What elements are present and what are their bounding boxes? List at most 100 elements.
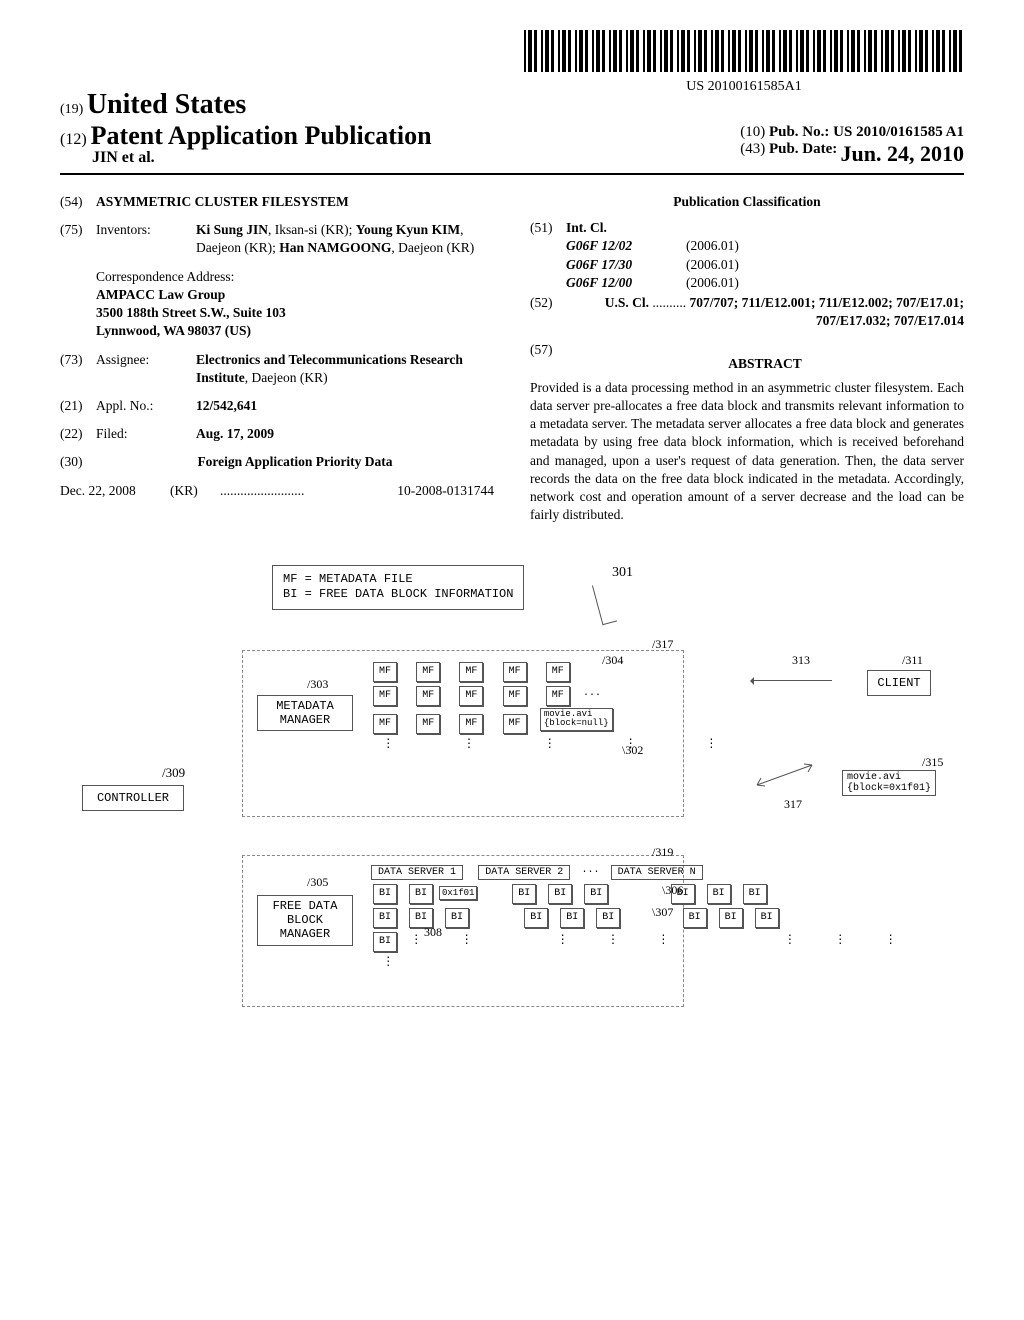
barcode-graphic [524,30,964,72]
ref-308: 308 [424,925,442,940]
intcl-row: G06F 17/30 (2006.01) [566,256,964,274]
ref-303: /303 [307,677,328,692]
intcl-row: G06F 12/02 (2006.01) [566,237,964,255]
ref-302: \302 [622,743,643,758]
mf-cell: MF [416,662,440,682]
field-57: (57) ABSTRACT [530,341,964,379]
mf-cell: MF [373,686,397,706]
figure-wrap: MF = METADATA FILE BI = FREE DATA BLOCK … [60,565,964,1115]
mf-cell: MF [546,662,570,682]
bi-cell: BI [548,884,572,904]
bi-cell: BI [719,908,743,928]
corr-label: Correspondence Address: [96,268,494,286]
legend-bi: BI = FREE DATA BLOCK INFORMATION [283,587,513,603]
field-30: (30) Foreign Application Priority Data [60,453,494,471]
bi-cell: BI [755,908,779,928]
movie-null-box: movie.avi{block=null} [540,708,613,732]
data-server-1-label: DATA SERVER 1 [371,865,463,880]
ref-301: 301 [612,565,633,581]
code-19: (19) [60,102,83,117]
assignee-label: Assignee: [96,351,196,387]
code-22: (22) [60,425,96,443]
abstract-label: ABSTRACT [566,355,964,373]
field-21: (21) Appl. No.: 12/542,641 [60,397,494,415]
code-30: (30) [60,453,96,471]
code-52: (52) [530,294,566,330]
figure-301: MF = METADATA FILE BI = FREE DATA BLOCK … [72,565,952,1115]
intcl-sym-1: G06F 17/30 [566,257,632,272]
ref-313: 313 [792,653,810,668]
vdots: ⋮ [367,954,905,969]
bi-grid: DATA SERVER 1 DATA SERVER 2 ··· DATA SER… [367,863,905,969]
body-columns: (54) ASYMMETRIC CLUSTER FILESYSTEM (75) … [60,193,964,525]
corr-line2: 3500 188th Street S.W., Suite 103 [96,305,286,320]
bi-cell: BI [524,908,548,928]
intcl-ver-2: (2006.01) [686,274,739,292]
mf-cell: MF [503,662,527,682]
legend-mf: MF = METADATA FILE [283,572,513,588]
mf-cell: MF [459,714,483,734]
ref-301-arrow [592,581,617,624]
controller-box: CONTROLLER [82,785,184,811]
bi-cell: BI [373,884,397,904]
ref-307: \307 [652,905,673,920]
ref-315: /315 [922,755,943,770]
mf-cell: MF [546,686,570,706]
mf-cell: MF [503,714,527,734]
code-73: (73) [60,351,96,387]
vdots: ⋮ ⋮ ⋮ ⋮ ⋮ [367,736,725,751]
code-54: (54) [60,193,96,211]
ref-319: /319 [652,845,673,860]
code-10: (10) [740,124,765,140]
priority-row: Dec. 22, 2008 (KR) .....................… [60,482,494,500]
header-right: (10) Pub. No.: US 2010/0161585 A1 (43) P… [740,124,964,167]
pub-date: Jun. 24, 2010 [841,141,964,167]
bi-cell: BI [743,884,767,904]
field-54: (54) ASYMMETRIC CLUSTER FILESYSTEM [60,193,494,211]
header: (19) United States (12) Patent Applicati… [60,89,964,175]
free-data-block-manager-box: FREE DATA BLOCK MANAGER [257,895,353,946]
field-75: (75) Inventors: Ki Sung JIN, Iksan-si (K… [60,221,494,257]
mf-cell: MF [373,662,397,682]
correspondence-address: Correspondence Address: AMPACC Law Group… [96,268,494,341]
intcl-row: G06F 12/00 (2006.01) [566,274,964,292]
priority-date: Dec. 22, 2008 [60,482,170,500]
uscl-value: 707/707; 711/E12.001; 711/E12.002; 707/E… [689,295,964,328]
ref-304: /304 [602,653,623,668]
code-51: (51) [530,219,566,292]
barcode-text: US 20100161585A1 [524,79,964,95]
code-43: (43) [740,141,765,157]
intcl-label: Int. Cl. [566,220,607,235]
mf-cell: MF [503,686,527,706]
invention-title: ASYMMETRIC CLUSTER FILESYSTEM [96,193,494,211]
code-57: (57) [530,341,566,379]
ellipsis: ··· [581,867,599,878]
priority-num: 10-2008-0131744 [397,482,494,500]
field-51: (51) Int. Cl. G06F 12/02 (2006.01) G06F … [530,219,964,292]
hex-cell: 0x1f01 [439,886,477,900]
mf-cell: MF [416,686,440,706]
uscl-dots: .......... [652,295,686,310]
pub-number: US 2010/0161585 A1 [833,124,964,140]
ref-309: /309 [162,765,185,781]
mf-grid: MF MF MF MF MF MF MF MF MF MF ··· MF MF [367,660,725,752]
barcode-area: US 20100161585A1 [60,30,964,95]
client-box: CLIENT [867,670,931,696]
priority-dots: ......................... [220,482,397,500]
mf-cell: MF [416,714,440,734]
applno-label: Appl. No.: [96,397,196,415]
header-left: (19) United States (12) Patent Applicati… [60,89,432,167]
bi-cell: BI [707,884,731,904]
bi-cell: BI [512,884,536,904]
vdots: ⋮ ⋮ ⋮ ⋮ ⋮ ⋮ ⋮ ⋮ [410,933,904,947]
field-73: (73) Assignee: Electronics and Telecommu… [60,351,494,387]
pubno-label: Pub. No.: [769,124,829,140]
ellipsis: ··· [583,690,601,701]
pub-classif-title: Publication Classification [530,193,964,211]
legend-box: MF = METADATA FILE BI = FREE DATA BLOCK … [272,565,524,610]
corr-line3: Lynnwood, WA 98037 (US) [96,323,251,338]
applno-value: 12/542,641 [196,398,257,413]
intcl-ver-1: (2006.01) [686,256,739,274]
bi-cell: BI [683,908,707,928]
right-column: Publication Classification (51) Int. Cl.… [512,193,964,525]
